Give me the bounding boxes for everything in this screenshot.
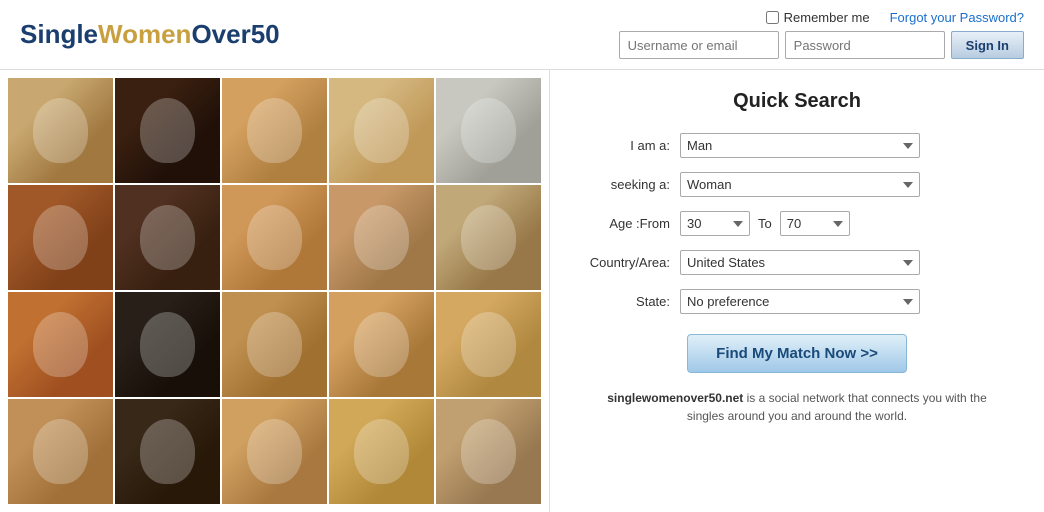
state-label: State:	[580, 294, 680, 309]
auth-section: Remember me Forgot your Password? Sign I…	[619, 10, 1024, 59]
photo-cell[interactable]	[436, 185, 541, 290]
i-am-a-row: I am a: ManWoman	[580, 133, 1014, 158]
state-select[interactable]: No preferenceAlabamaAlaskaArizonaCalifor…	[680, 289, 920, 314]
photo-cell[interactable]	[436, 399, 541, 504]
i-am-a-select[interactable]: ManWoman	[680, 133, 920, 158]
auth-top-row: Remember me Forgot your Password?	[619, 10, 1024, 25]
photo-cell[interactable]	[222, 78, 327, 183]
auth-bottom-row: Sign In	[619, 31, 1024, 59]
age-from-select[interactable]: 1820253035404550556065707580	[680, 211, 750, 236]
site-domain: singlewomenover50.net	[607, 391, 743, 405]
photo-cell[interactable]	[222, 185, 327, 290]
site-description: singlewomenover50.net is a social networ…	[580, 389, 1014, 425]
photo-cell[interactable]	[329, 185, 434, 290]
seeking-a-row: seeking a: ManWoman	[580, 172, 1014, 197]
photo-cell[interactable]	[8, 399, 113, 504]
age-label: Age :From	[580, 216, 680, 231]
photo-cell[interactable]	[329, 292, 434, 397]
photo-cell[interactable]	[329, 78, 434, 183]
photo-cell[interactable]	[222, 292, 327, 397]
forgot-password-link[interactable]: Forgot your Password?	[890, 10, 1024, 25]
i-am-a-label: I am a:	[580, 138, 680, 153]
age-row: Age :From 1820253035404550556065707580 T…	[580, 211, 1014, 236]
state-row: State: No preferenceAlabamaAlaskaArizona…	[580, 289, 1014, 314]
logo-highlight: Women	[98, 19, 191, 49]
main-content: Quick Search I am a: ManWoman seeking a:…	[0, 70, 1044, 512]
photo-cell[interactable]	[8, 185, 113, 290]
header: SingleWomenOver50 Remember me Forgot you…	[0, 0, 1044, 70]
photo-cell[interactable]	[115, 399, 220, 504]
photo-cell[interactable]	[329, 399, 434, 504]
country-row: Country/Area: United StatesCanadaUnited …	[580, 250, 1014, 275]
signin-button[interactable]: Sign In	[951, 31, 1024, 59]
photo-cell[interactable]	[115, 185, 220, 290]
photo-cell[interactable]	[115, 292, 220, 397]
photo-cell[interactable]	[8, 292, 113, 397]
photo-cell[interactable]	[436, 292, 541, 397]
site-logo[interactable]: SingleWomenOver50	[20, 19, 280, 50]
photo-cell[interactable]	[436, 78, 541, 183]
photo-cell[interactable]	[222, 399, 327, 504]
username-input[interactable]	[619, 31, 779, 59]
country-select[interactable]: United StatesCanadaUnited KingdomAustral…	[680, 250, 920, 275]
country-label: Country/Area:	[580, 255, 680, 270]
search-title: Quick Search	[580, 90, 1014, 113]
remember-me-label[interactable]: Remember me	[766, 10, 870, 25]
photo-cell[interactable]	[115, 78, 220, 183]
logo-suffix: Over50	[191, 19, 279, 49]
seeking-a-label: seeking a:	[580, 177, 680, 192]
remember-me-checkbox[interactable]	[766, 11, 779, 24]
age-to-label: To	[758, 216, 772, 231]
logo-prefix: Single	[20, 19, 98, 49]
find-match-button[interactable]: Find My Match Now >>	[687, 334, 907, 373]
age-to-select[interactable]: 30354045505560657075808590	[780, 211, 850, 236]
photo-cell[interactable]	[8, 78, 113, 183]
photo-grid	[0, 70, 549, 512]
search-panel: Quick Search I am a: ManWoman seeking a:…	[549, 70, 1044, 512]
password-input[interactable]	[785, 31, 945, 59]
seeking-a-select[interactable]: ManWoman	[680, 172, 920, 197]
